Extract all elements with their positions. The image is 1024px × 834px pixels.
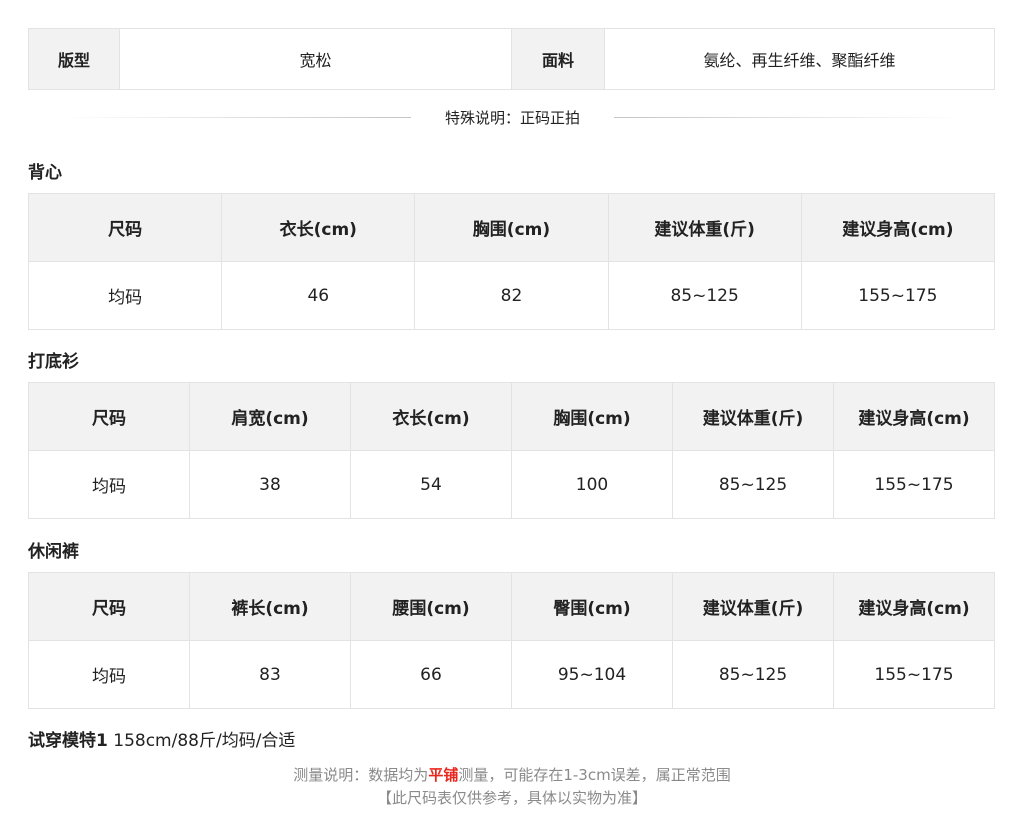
table-cell: 95~104 (511, 640, 673, 709)
model-value: 158cm/88斤/均码/合适 (113, 731, 296, 751)
fabric-label: 面料 (512, 29, 605, 89)
fit-label: 版型 (29, 29, 120, 89)
table-cell: 83 (189, 640, 351, 709)
table-row: 均码 46 82 85~125 155~175 (27, 261, 996, 330)
table-header-cell: 腰围(cm) (350, 572, 512, 641)
table-header-cell: 胸围(cm) (511, 382, 673, 451)
table-header-cell: 尺码 (28, 572, 190, 641)
table-header-row: 尺码 裤长(cm) 腰围(cm) 臀围(cm) 建议体重(斤) 建议身高(cm) (28, 572, 995, 641)
table-header-cell: 尺码 (28, 382, 190, 451)
divider-left (60, 116, 411, 118)
table-cell: 155~175 (800, 261, 996, 330)
table-header-cell: 建议身高(cm) (833, 572, 995, 641)
table-cell: 66 (350, 640, 512, 709)
model-info: 试穿模特1 158cm/88斤/均码/合适 (28, 726, 295, 751)
measurement-note-suffix: 测量，可能存在1-3cm误差，属正常范围 (458, 766, 731, 784)
table-cell: 155~175 (833, 450, 995, 519)
table-header-cell: 建议体重(斤) (607, 193, 802, 262)
section-title-pants: 休闲裤 (28, 542, 79, 562)
table-header-cell: 裤长(cm) (189, 572, 351, 641)
table-cell: 54 (350, 450, 512, 519)
reference-disclaimer: 【此尺码表仅供参考，具体以实物为准】 (376, 789, 647, 807)
table-cell: 155~175 (833, 640, 995, 709)
measurement-note: 测量说明：数据均为平铺测量，可能存在1-3cm误差，属正常范围 (0, 764, 1024, 785)
table-header-row: 尺码 肩宽(cm) 衣长(cm) 胸围(cm) 建议体重(斤) 建议身高(cm) (28, 382, 995, 451)
table-cell: 38 (189, 450, 351, 519)
table-cell: 85~125 (672, 640, 834, 709)
size-table-pants: 尺码 裤长(cm) 腰围(cm) 臀围(cm) 建议体重(斤) 建议身高(cm)… (28, 572, 995, 709)
table-cell: 85~125 (607, 261, 802, 330)
table-cell: 均码 (27, 261, 223, 330)
table-cell: 85~125 (672, 450, 834, 519)
table-header-cell: 胸围(cm) (414, 193, 609, 262)
table-header-cell: 建议体重(斤) (672, 382, 834, 451)
special-note: 特殊说明：正码正拍 (445, 108, 581, 127)
table-header-row: 尺码 衣长(cm) 胸围(cm) 建议体重(斤) 建议身高(cm) (27, 193, 996, 262)
table-header-cell: 肩宽(cm) (189, 382, 351, 451)
table-header-cell: 尺码 (27, 193, 223, 262)
measurement-note-prefix: 测量说明：数据均为 (293, 766, 429, 784)
table-header-cell: 建议身高(cm) (833, 382, 995, 451)
table-row: 均码 38 54 100 85~125 155~175 (28, 450, 995, 519)
section-title-vest: 背心 (28, 163, 62, 183)
table-cell: 均码 (28, 450, 190, 519)
table-header-cell: 衣长(cm) (350, 382, 512, 451)
table-cell: 82 (414, 261, 609, 330)
measurement-note-highlight: 平铺 (428, 766, 459, 784)
table-header-cell: 建议身高(cm) (800, 193, 996, 262)
table-header-cell: 臀围(cm) (511, 572, 673, 641)
table-cell: 100 (511, 450, 673, 519)
table-header-cell: 衣长(cm) (221, 193, 416, 262)
table-cell: 均码 (28, 640, 190, 709)
model-label: 试穿模特1 (28, 731, 108, 751)
divider-right (614, 116, 966, 118)
table-header-cell: 建议体重(斤) (672, 572, 834, 641)
section-title-base-shirt: 打底衫 (28, 352, 79, 372)
size-table-base-shirt: 尺码 肩宽(cm) 衣长(cm) 胸围(cm) 建议体重(斤) 建议身高(cm)… (28, 382, 995, 519)
fabric-value: 氨纶、再生纤维、聚酯纤维 (703, 51, 896, 70)
size-table-vest: 尺码 衣长(cm) 胸围(cm) 建议体重(斤) 建议身高(cm) 均码 46 … (27, 193, 996, 330)
table-row: 均码 83 66 95~104 85~125 155~175 (28, 640, 995, 709)
fit-value: 宽松 (120, 29, 512, 89)
table-cell: 46 (221, 261, 416, 330)
special-note-row: 特殊说明：正码正拍 (60, 104, 966, 130)
product-info-table: 版型 宽松 面料 氨纶、再生纤维、聚酯纤维 (28, 28, 995, 90)
